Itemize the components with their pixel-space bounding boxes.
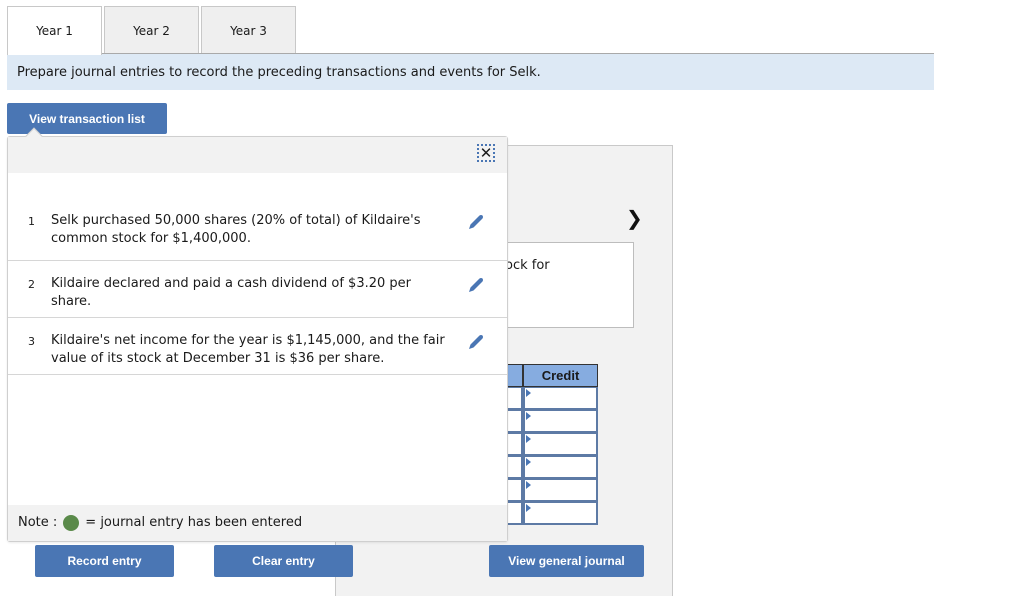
transaction-number: 3	[28, 335, 35, 348]
record-entry-button[interactable]: Record entry	[35, 545, 174, 577]
cell-marker-icon	[526, 435, 531, 443]
tab-label: Year 2	[133, 23, 170, 38]
cell-marker-icon	[526, 389, 531, 397]
description-text: ock for	[505, 258, 550, 273]
entered-status-dot-icon	[63, 515, 80, 531]
tab-year-3[interactable]: Year 3	[201, 6, 296, 54]
tab-label: Year 1	[36, 24, 73, 38]
cell-marker-icon	[526, 458, 531, 466]
year-tabs: Year 1 Year 2 Year 3	[7, 6, 298, 55]
list-item: 3 Kildaire's net income for the year is …	[8, 318, 507, 375]
view-general-journal-button[interactable]: View general journal	[489, 545, 644, 577]
credit-input[interactable]	[523, 479, 598, 502]
pencil-icon[interactable]	[466, 275, 486, 295]
list-item: 2 Kildaire declared and paid a cash divi…	[8, 261, 507, 318]
transaction-list: 1 Selk purchased 50,000 shares (20% of t…	[8, 198, 507, 375]
credit-input[interactable]	[523, 410, 598, 433]
chevron-right-icon[interactable]: ❯	[626, 206, 643, 230]
cell-marker-icon	[526, 412, 531, 420]
credit-input[interactable]	[523, 387, 598, 410]
legend-note: Note : = journal entry has been entered	[8, 505, 507, 541]
credit-input[interactable]	[523, 456, 598, 479]
note-label: Note :	[18, 515, 58, 530]
tab-label: Year 3	[230, 23, 267, 38]
cell-marker-icon	[526, 504, 531, 512]
transaction-text: Selk purchased 50,000 shares (20% of tot…	[51, 213, 421, 246]
transaction-list-popup: ✕ 1 Selk purchased 50,000 shares (20% of…	[7, 127, 508, 542]
transaction-number: 2	[28, 278, 35, 291]
transaction-text: Kildaire declared and paid a cash divide…	[51, 276, 411, 309]
credit-input[interactable]	[523, 502, 598, 525]
popup-header: ✕	[8, 137, 507, 173]
close-icon[interactable]: ✕	[477, 144, 495, 162]
instruction-banner: Prepare journal entries to record the pr…	[7, 54, 934, 90]
clear-entry-button[interactable]: Clear entry	[214, 545, 353, 577]
list-item: 1 Selk purchased 50,000 shares (20% of t…	[8, 198, 507, 261]
transaction-number: 1	[28, 215, 35, 228]
note-text: = journal entry has been entered	[85, 515, 303, 530]
pencil-icon[interactable]	[466, 332, 486, 352]
tab-year-2[interactable]: Year 2	[104, 6, 199, 54]
pencil-icon[interactable]	[466, 212, 486, 232]
credit-header: Credit	[523, 364, 598, 387]
cell-marker-icon	[526, 481, 531, 489]
credit-input[interactable]	[523, 433, 598, 456]
transaction-text: Kildaire's net income for the year is $1…	[51, 333, 445, 366]
tab-year-1[interactable]: Year 1	[7, 6, 102, 55]
